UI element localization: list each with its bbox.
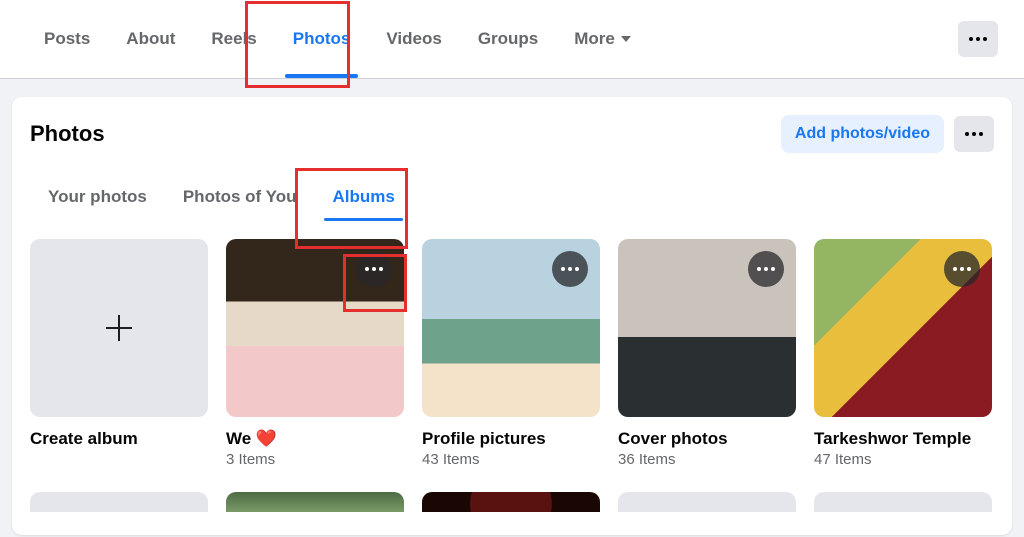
album-count: 47 Items	[814, 451, 992, 468]
album-more-button[interactable]	[944, 251, 980, 287]
album-thumbnail[interactable]	[618, 492, 796, 512]
album-count: 36 Items	[618, 451, 796, 468]
album-thumbnail[interactable]	[30, 492, 208, 512]
album-title-text: We ❤️	[226, 429, 277, 449]
tab-reels[interactable]: Reels	[193, 0, 274, 78]
tab-posts[interactable]: Posts	[26, 0, 108, 78]
tab-groups[interactable]: Groups	[460, 0, 556, 78]
subtab-albums[interactable]: Albums	[314, 173, 412, 221]
albums-grid: Create album We ❤️ 3 Items Profile pictu…	[30, 239, 994, 468]
create-album-tile[interactable]	[30, 239, 208, 417]
chevron-down-icon	[621, 36, 631, 42]
albums-grid-row-2	[30, 492, 994, 512]
tab-photos[interactable]: Photos	[275, 0, 369, 78]
album-title: We ❤️	[226, 429, 404, 449]
profile-nav-actions	[958, 0, 998, 78]
album-more-button[interactable]	[552, 251, 588, 287]
tab-videos[interactable]: Videos	[368, 0, 459, 78]
album-thumbnail[interactable]	[618, 239, 796, 417]
album-thumbnail[interactable]	[226, 492, 404, 512]
album-item: We ❤️ 3 Items	[226, 239, 404, 468]
photos-title: Photos	[30, 121, 105, 147]
album-more-button[interactable]	[748, 251, 784, 287]
tab-more[interactable]: More	[556, 0, 649, 78]
photos-subtabs: Your photos Photos of You Albums	[30, 173, 994, 221]
photos-more-button[interactable]	[954, 116, 994, 152]
album-item: Profile pictures 43 Items	[422, 239, 600, 468]
plus-icon	[106, 315, 132, 341]
album-title: Tarkeshwor Temple	[814, 429, 992, 449]
profile-tabs: Posts About Reels Photos Videos Groups M…	[26, 0, 649, 78]
album-title: Cover photos	[618, 429, 796, 449]
subtab-your-photos[interactable]: Your photos	[30, 173, 165, 221]
photos-card: Photos Add photos/video Your photos Phot…	[12, 97, 1012, 535]
ellipsis-icon	[969, 37, 987, 41]
ellipsis-icon	[965, 132, 983, 136]
album-item: Cover photos 36 Items	[618, 239, 796, 468]
album-thumbnail[interactable]	[422, 492, 600, 512]
album-thumbnail[interactable]	[422, 239, 600, 417]
subtab-photos-of-you[interactable]: Photos of You	[165, 173, 315, 221]
create-album-label: Create album	[30, 429, 208, 449]
album-create: Create album	[30, 239, 208, 468]
album-count: 3 Items	[226, 451, 404, 468]
album-count: 43 Items	[422, 451, 600, 468]
album-more-button[interactable]	[356, 251, 392, 287]
tab-more-label: More	[574, 29, 615, 49]
photos-actions: Add photos/video	[781, 115, 994, 153]
album-thumbnail[interactable]	[814, 239, 992, 417]
profile-nav: Posts About Reels Photos Videos Groups M…	[0, 0, 1024, 79]
profile-more-button[interactable]	[958, 21, 998, 57]
tab-about[interactable]: About	[108, 0, 193, 78]
album-thumbnail[interactable]	[814, 492, 992, 512]
add-photos-button[interactable]: Add photos/video	[781, 115, 944, 153]
photos-card-header: Photos Add photos/video	[30, 115, 994, 153]
album-title: Profile pictures	[422, 429, 600, 449]
album-item: Tarkeshwor Temple 47 Items	[814, 239, 992, 468]
album-thumbnail[interactable]	[226, 239, 404, 417]
